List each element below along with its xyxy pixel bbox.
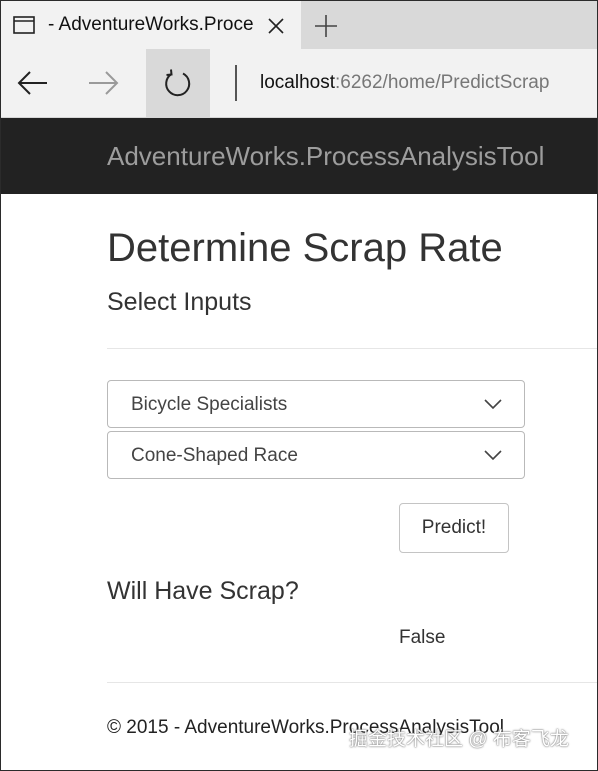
- browser-window: - AdventureWorks.ProcessAnalysisTool: [0, 0, 598, 771]
- close-icon[interactable]: [265, 15, 287, 37]
- result-value: False: [399, 627, 446, 648]
- footer-divider: [107, 682, 597, 683]
- page-title: Determine Scrap Rate: [107, 226, 503, 270]
- back-button[interactable]: [1, 49, 65, 117]
- refresh-icon: [165, 69, 191, 97]
- address-host: localhost: [260, 72, 335, 93]
- arrow-left-icon: [17, 71, 47, 95]
- navigation-bar: localhost:6262/home/PredictScrap: [1, 49, 597, 118]
- predict-button[interactable]: Predict!: [399, 503, 509, 553]
- customer-select-value: Bicycle Specialists: [131, 394, 288, 415]
- brand-link[interactable]: AdventureWorks.ProcessAnalysisTool: [107, 141, 544, 171]
- tab-strip: - AdventureWorks.ProcessAnalysisTool: [1, 1, 597, 49]
- arrow-right-icon: [89, 71, 119, 95]
- chevron-down-icon: [484, 450, 502, 461]
- refresh-button[interactable]: [146, 49, 210, 117]
- address-separator: [235, 65, 237, 101]
- product-select[interactable]: Cone-Shaped Race: [107, 431, 525, 479]
- section-subtitle: Select Inputs: [107, 288, 252, 316]
- watermark: 掘金技术社区 @ 布客飞龙: [349, 729, 569, 750]
- site-header: AdventureWorks.ProcessAnalysisTool: [1, 118, 597, 194]
- product-select-value: Cone-Shaped Race: [131, 445, 298, 466]
- result-heading: Will Have Scrap?: [107, 577, 299, 605]
- divider: [107, 348, 597, 349]
- tab-title: - AdventureWorks.ProcessAnalysisTool: [48, 14, 253, 35]
- page-icon: [13, 16, 35, 34]
- address-bar[interactable]: localhost:6262/home/PredictScrap: [260, 72, 549, 94]
- customer-select[interactable]: Bicycle Specialists: [107, 380, 525, 428]
- address-path: :6262/home/PredictScrap: [335, 72, 550, 93]
- browser-tab[interactable]: - AdventureWorks.ProcessAnalysisTool: [1, 1, 301, 49]
- plus-icon[interactable]: [313, 13, 339, 39]
- chevron-down-icon: [484, 399, 502, 410]
- forward-button[interactable]: [71, 49, 135, 117]
